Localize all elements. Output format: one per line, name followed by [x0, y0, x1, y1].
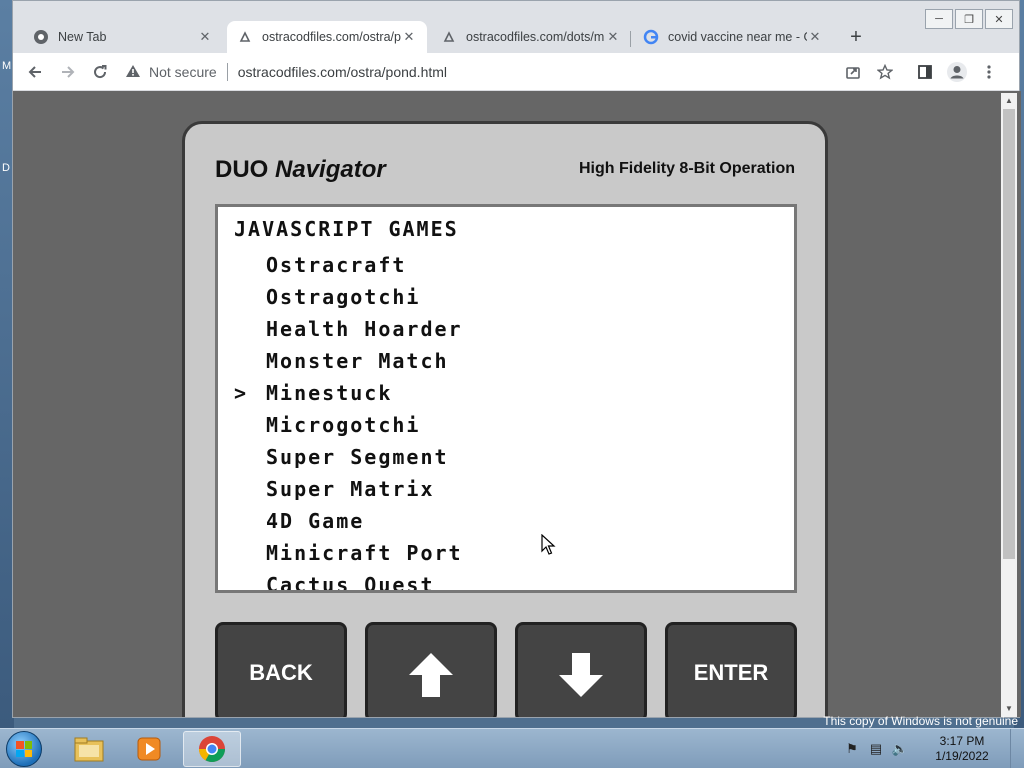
menu-item-cactus-quest[interactable]: Cactus Quest	[234, 569, 463, 593]
page-icon	[237, 29, 253, 45]
address-bar[interactable]: Not secure ostracodfiles.com/ostra/pond.…	[125, 58, 855, 86]
chrome-taskbar-icon[interactable]	[183, 731, 241, 767]
device-model: Navigator	[275, 156, 386, 183]
forward-arrow-icon[interactable]	[56, 60, 80, 84]
menu-item-label: Ostracraft	[266, 253, 407, 277]
menu-item-4d-game[interactable]: 4D Game	[234, 505, 463, 537]
tab-title: covid vaccine near me - G	[668, 30, 807, 44]
scrollbar-thumb[interactable]	[1003, 109, 1015, 559]
clock-time: 3:17 PM	[939, 734, 985, 748]
menu-item-ostracraft[interactable]: Ostracraft	[234, 249, 463, 281]
menu-item-super-segment[interactable]: Super Segment	[234, 441, 463, 473]
page-icon	[441, 29, 457, 45]
omnibox-divider	[226, 63, 228, 81]
clock[interactable]: 3:17 PM 1/19/2022	[922, 734, 1002, 764]
bookmark-star-icon[interactable]	[873, 60, 897, 84]
menu-item-label: Cactus Quest	[266, 573, 435, 593]
close-tab-icon[interactable]: ✕	[401, 29, 417, 45]
mouse-pointer-icon	[541, 534, 556, 555]
tab-new-tab[interactable]: New Tab ✕	[23, 21, 223, 53]
security-label[interactable]: Not secure	[149, 64, 217, 80]
menu-item-minestuck[interactable]: > Minestuck	[234, 377, 463, 409]
explorer-taskbar-icon[interactable]	[60, 731, 118, 767]
chrome-icon	[33, 29, 49, 45]
tab-google-search[interactable]: covid vaccine near me - G ✕	[633, 21, 833, 53]
page-viewport: DUO Navigator High Fidelity 8-Bit Operat…	[13, 91, 1021, 717]
menu-item-health-hoarder[interactable]: Health Hoarder	[234, 313, 463, 345]
menu-item-microgotchi[interactable]: Microgotchi	[234, 409, 463, 441]
menu-item-monster-match[interactable]: Monster Match	[234, 345, 463, 377]
clock-date: 1/19/2022	[935, 749, 989, 763]
up-button[interactable]	[365, 622, 497, 717]
tab-title: New Tab	[58, 30, 107, 44]
windows-genuine-watermark: This copy of Windows is not genuine	[823, 714, 1018, 728]
menu-item-label: Minicraft Port	[266, 541, 463, 565]
url-text[interactable]: ostracodfiles.com/ostra/pond.html	[238, 64, 447, 80]
start-button[interactable]	[6, 731, 42, 767]
menu-item-ostragotchi[interactable]: Ostragotchi	[234, 281, 463, 313]
browser-toolbar: Not secure ostracodfiles.com/ostra/pond.…	[13, 53, 1019, 91]
browser-window: ─ ❐ ✕ New Tab ✕ ostracodfiles.com/ostra/…	[12, 0, 1021, 718]
tab-title: ostracodfiles.com/dots/m	[466, 30, 605, 44]
volume-icon[interactable]: 🔈	[888, 741, 912, 757]
menu-item-label: Ostragotchi	[266, 285, 421, 309]
menu-item-label: Super Segment	[266, 445, 449, 469]
reload-icon[interactable]	[88, 60, 112, 84]
windows-logo-icon	[16, 741, 32, 757]
close-tab-icon[interactable]: ✕	[197, 29, 213, 45]
up-arrow-icon	[409, 653, 453, 697]
desktop-label: D	[2, 162, 10, 174]
device-screen: JAVASCRIPT GAMES Ostracraft Ostragotchi He…	[215, 204, 797, 593]
new-tab-button[interactable]: +	[845, 27, 867, 49]
device-brand: DUO	[215, 156, 269, 183]
tab-title: ostracodfiles.com/ostra/p	[262, 30, 401, 44]
show-desktop-button[interactable]	[1010, 729, 1024, 768]
tab-strip: New Tab ✕ ostracodfiles.com/ostra/p ✕ os…	[13, 19, 1019, 53]
warning-icon	[125, 64, 141, 81]
tab-pond[interactable]: ostracodfiles.com/ostra/p ✕	[227, 21, 427, 53]
media-player-taskbar-icon[interactable]	[120, 731, 178, 767]
enter-button[interactable]: ENTER	[665, 622, 797, 717]
desktop-label: M	[2, 60, 12, 72]
menu-item-super-matrix[interactable]: Super Matrix	[234, 473, 463, 505]
device-tagline: High Fidelity 8-Bit Operation	[578, 160, 795, 177]
menu-item-label: Monster Match	[266, 349, 449, 373]
taskbar: ⚑ ▤ 🔈 3:17 PM 1/19/2022	[0, 728, 1024, 768]
selection-cursor: >	[234, 381, 249, 405]
down-button[interactable]	[515, 622, 647, 717]
tab-dots[interactable]: ostracodfiles.com/dots/m ✕	[431, 21, 631, 53]
menu-item-minicraft-port[interactable]: Minicraft Port	[234, 537, 463, 569]
back-arrow-icon[interactable]	[23, 60, 47, 84]
system-tray: ⚑ ▤ 🔈 3:17 PM 1/19/2022	[840, 729, 1024, 768]
menu-kebab-icon[interactable]	[977, 60, 1001, 84]
menu-item-label: Health Hoarder	[266, 317, 463, 341]
close-tab-icon[interactable]: ✕	[605, 29, 621, 45]
duo-navigator-device: DUO Navigator High Fidelity 8-Bit Operat…	[182, 121, 828, 717]
back-button[interactable]: BACK	[215, 622, 347, 717]
vertical-scrollbar[interactable]: ▲ ▼	[1001, 93, 1017, 717]
menu-item-label: Super Matrix	[266, 477, 435, 501]
down-arrow-icon	[559, 653, 603, 697]
share-icon[interactable]	[841, 60, 865, 84]
action-center-icon[interactable]: ⚑	[840, 741, 864, 757]
close-tab-icon[interactable]: ✕	[807, 29, 823, 45]
scroll-up-icon[interactable]: ▲	[1001, 93, 1017, 109]
profile-avatar-icon[interactable]	[945, 60, 969, 84]
device-buttons: BACK ENTER	[215, 622, 797, 717]
menu-item-label: Microgotchi	[266, 413, 421, 437]
device-title: DUO Navigator	[215, 156, 386, 184]
google-icon	[643, 29, 659, 45]
network-icon[interactable]: ▤	[864, 741, 888, 757]
menu-item-label: 4D Game	[266, 509, 365, 533]
game-menu: Ostracraft Ostragotchi Health Hoarder Monst…	[234, 249, 463, 593]
screen-heading: JAVASCRIPT GAMES	[234, 217, 459, 241]
menu-item-label: Minestuck	[266, 381, 393, 405]
side-panel-icon[interactable]	[913, 60, 937, 84]
